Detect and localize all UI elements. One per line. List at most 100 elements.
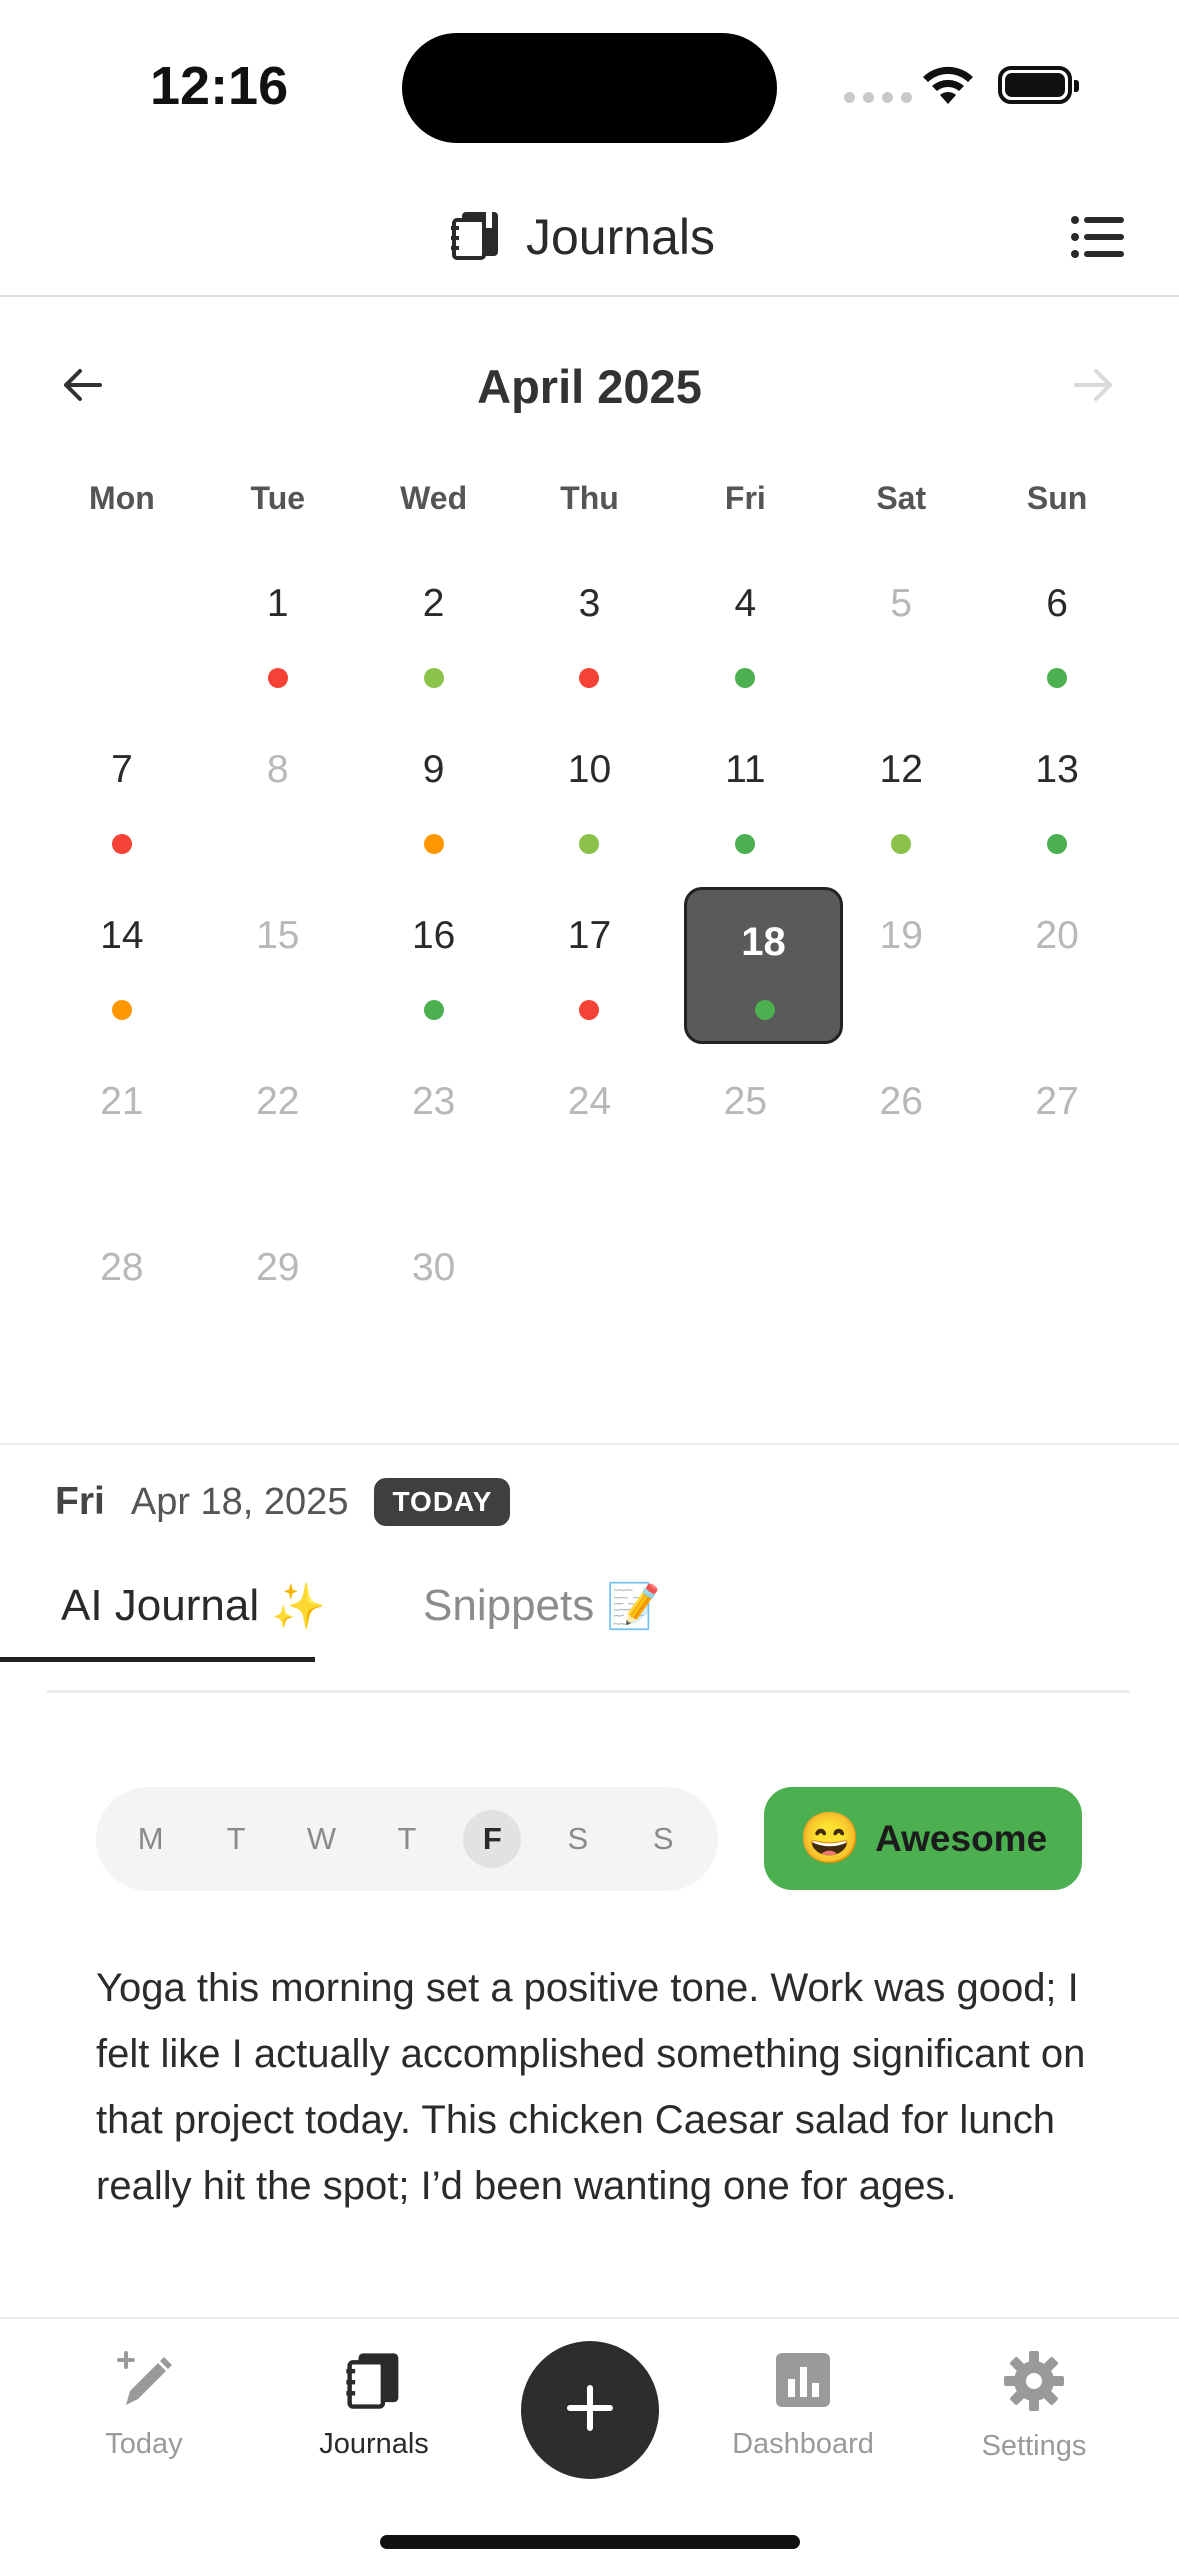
week-day-letter[interactable]: S bbox=[634, 1810, 692, 1868]
calendar-day[interactable]: 10 bbox=[512, 726, 668, 892]
calendar-day[interactable]: 3 bbox=[512, 560, 668, 726]
day-number: 1 bbox=[266, 582, 289, 625]
today-badge: TODAY bbox=[374, 1478, 511, 1526]
calendar-grid: 1 2 3 4 5 6 7 8 9 10 11 12 13 14 15 16 17 19 20 21 22 23 24 25 2… bbox=[44, 560, 1135, 1390]
pencil-sparkle-icon bbox=[112, 2351, 176, 2415]
calendar-day: 21 bbox=[44, 1058, 200, 1224]
divider bbox=[0, 1443, 1179, 1445]
mood-label: Awesome bbox=[875, 1817, 1048, 1859]
page-title: Journals bbox=[526, 208, 715, 265]
mood-dot bbox=[579, 1000, 600, 1020]
journals-book-icon bbox=[342, 2353, 406, 2415]
day-number: 9 bbox=[422, 748, 445, 791]
weekday-label: Tue bbox=[250, 480, 306, 516]
day-number: 15 bbox=[256, 914, 300, 957]
calendar-day[interactable]: 1 bbox=[200, 560, 356, 726]
list-menu-icon[interactable] bbox=[1070, 214, 1126, 265]
nav-journals[interactable]: Journals bbox=[274, 2349, 474, 2461]
calendar-day[interactable]: 17 bbox=[512, 892, 668, 1058]
calendar-day[interactable]: 2 bbox=[356, 560, 512, 726]
day-number: 23 bbox=[411, 1080, 456, 1123]
tab-ai-journal[interactable]: AI Journal ✨ bbox=[61, 1580, 326, 1632]
day-number: 13 bbox=[1035, 748, 1079, 791]
day-number: 2 bbox=[422, 582, 445, 625]
calendar-day: 26 bbox=[823, 1058, 979, 1224]
month-title: April 2025 bbox=[477, 360, 702, 413]
day-number bbox=[44, 560, 200, 582]
journal-entry-text[interactable]: Yoga this morning set a positive tone. W… bbox=[96, 1955, 1096, 2219]
mood-dot bbox=[111, 1000, 132, 1020]
selected-day-number: 18 bbox=[741, 920, 786, 964]
calendar-day[interactable]: 11 bbox=[667, 726, 823, 892]
weekday-label: Mon bbox=[89, 480, 155, 516]
day-number: 11 bbox=[725, 748, 766, 791]
nav-label: Settings bbox=[981, 2430, 1087, 2462]
selected-day-cell[interactable]: 18 bbox=[684, 887, 843, 1044]
day-number: 8 bbox=[266, 748, 289, 791]
calendar-day[interactable]: 14 bbox=[44, 892, 200, 1058]
calendar-day[interactable]: 4 bbox=[667, 560, 823, 726]
week-day-letter[interactable]: T bbox=[378, 1810, 436, 1868]
mood-dot bbox=[1047, 834, 1068, 854]
cellular-signal-icon bbox=[844, 92, 912, 103]
weekday-label: Fri bbox=[724, 480, 766, 516]
day-number: 22 bbox=[256, 1080, 300, 1123]
mood-dot bbox=[1047, 668, 1068, 688]
mood-button[interactable]: 😄 Awesome bbox=[764, 1787, 1082, 1890]
day-number: 29 bbox=[256, 1246, 300, 1289]
weekday-label: Thu bbox=[560, 480, 619, 516]
day-number: 20 bbox=[1035, 914, 1079, 957]
calendar-day[interactable]: 6 bbox=[979, 560, 1135, 726]
month-navigation: April 2025 bbox=[0, 355, 1179, 415]
calendar-day: 23 bbox=[356, 1058, 512, 1224]
week-day-letter[interactable]: M bbox=[122, 1810, 180, 1868]
calendar-day[interactable]: 13 bbox=[979, 726, 1135, 892]
selected-date: Apr 18, 2025 bbox=[130, 1480, 349, 1523]
selected-date-row: Fri Apr 18, 2025 TODAY bbox=[55, 1478, 511, 1526]
home-indicator bbox=[380, 2535, 800, 2549]
nav-today[interactable]: Today bbox=[44, 2349, 244, 2461]
nav-settings[interactable]: Settings bbox=[934, 2349, 1134, 2463]
week-day-letter[interactable]: W bbox=[293, 1810, 351, 1868]
mood-dot bbox=[579, 834, 600, 854]
day-number: 12 bbox=[879, 748, 923, 791]
calendar-day: 24 bbox=[512, 1058, 668, 1224]
calendar-day[interactable]: 7 bbox=[44, 726, 200, 892]
day-number: 24 bbox=[567, 1080, 612, 1123]
day-number: 30 bbox=[411, 1246, 456, 1289]
nav-dashboard[interactable]: Dashboard bbox=[703, 2349, 903, 2461]
day-number: 16 bbox=[411, 914, 456, 957]
weekday-header-row: Mon Tue Wed Thu Fri Sat Sun bbox=[44, 480, 1135, 517]
mood-dot bbox=[735, 668, 756, 688]
mood-dot bbox=[111, 834, 132, 854]
calendar-day[interactable]: 12 bbox=[823, 726, 979, 892]
week-day-letter[interactable]: F bbox=[463, 1810, 522, 1868]
day-number: 5 bbox=[890, 582, 913, 625]
next-month-arrow-icon bbox=[1070, 361, 1118, 414]
calendar-day: 20 bbox=[979, 892, 1135, 1058]
gear-icon bbox=[1002, 2351, 1066, 2417]
dynamic-island bbox=[402, 33, 777, 143]
week-day-letter[interactable]: S bbox=[549, 1810, 607, 1868]
bottom-tab-bar: Today Journals Dashboard Settings bbox=[0, 2317, 1179, 2558]
active-tab-indicator bbox=[0, 1657, 315, 1662]
day-number: 7 bbox=[111, 748, 133, 791]
tab-snippets[interactable]: Snippets 📝 bbox=[423, 1580, 661, 1632]
calendar-day: 22 bbox=[200, 1058, 356, 1224]
week-day-letter[interactable]: T bbox=[207, 1810, 265, 1868]
day-number: 3 bbox=[578, 582, 601, 625]
grinning-face-icon: 😄 bbox=[798, 1810, 862, 1866]
calendar-day: 30 bbox=[356, 1224, 512, 1390]
add-entry-button[interactable] bbox=[521, 2341, 659, 2479]
calendar-day: 8 bbox=[200, 726, 356, 892]
battery-icon bbox=[998, 66, 1079, 104]
day-number: 26 bbox=[879, 1080, 923, 1123]
calendar-day: 28 bbox=[44, 1224, 200, 1390]
calendar-day: 27 bbox=[979, 1058, 1135, 1224]
calendar-day[interactable]: 16 bbox=[356, 892, 512, 1058]
memo-icon: 📝 bbox=[606, 1582, 662, 1631]
mood-dot bbox=[755, 1000, 775, 1020]
calendar-day: 5 bbox=[823, 560, 979, 726]
calendar-day[interactable]: 9 bbox=[356, 726, 512, 892]
bar-chart-icon bbox=[772, 2353, 834, 2415]
